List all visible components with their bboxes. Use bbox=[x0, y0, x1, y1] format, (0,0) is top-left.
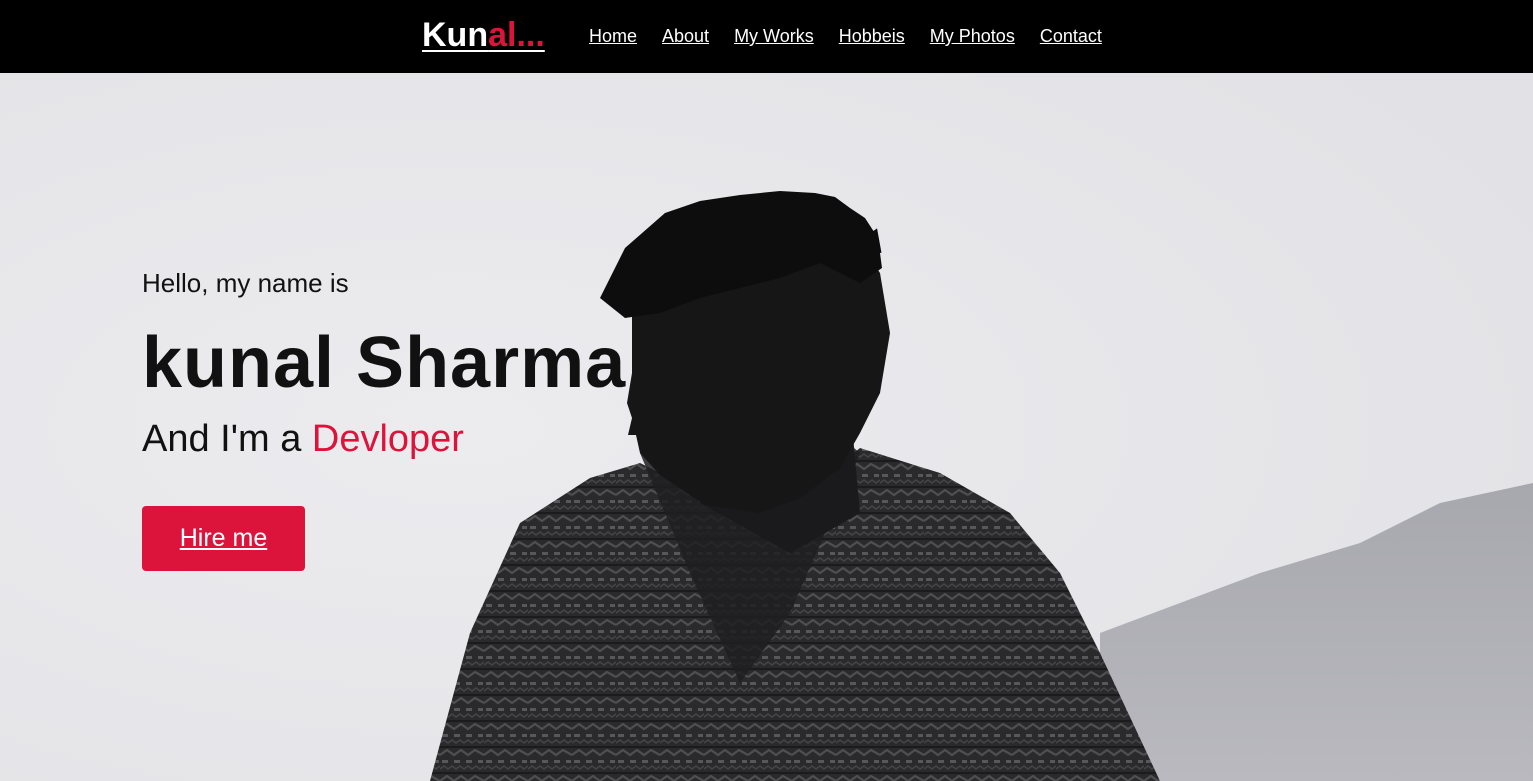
hero-role-prefix: And I'm a bbox=[142, 418, 312, 460]
hero-role: And I'm a Devloper bbox=[142, 417, 626, 461]
site-logo[interactable]: Kunal... bbox=[422, 15, 545, 55]
nav-item-contact: Contact bbox=[1040, 24, 1102, 48]
nav-item-my-works: My Works bbox=[734, 24, 814, 48]
nav-menu: Home About My Works Hobbeis My Photos Co… bbox=[589, 24, 1102, 48]
nav-item-my-photos: My Photos bbox=[930, 24, 1015, 48]
hero-name: kunal Sharma bbox=[142, 323, 627, 403]
hero-section: Hello, my name is kunal Sharma And I'm a… bbox=[0, 73, 1533, 781]
nav-link-contact[interactable]: Contact bbox=[1040, 26, 1102, 46]
navbar: Kunal... Home About My Works Hobbeis My … bbox=[0, 0, 1533, 73]
nav-item-home: Home bbox=[589, 24, 637, 48]
hero-greeting: Hello, my name is bbox=[142, 268, 349, 298]
logo-main: Kun bbox=[422, 16, 489, 54]
nav-link-my-photos[interactable]: My Photos bbox=[930, 26, 1015, 46]
logo-accent: al... bbox=[488, 16, 545, 54]
hire-me-button[interactable]: Hire me bbox=[142, 506, 305, 571]
nav-link-my-works[interactable]: My Works bbox=[734, 26, 814, 46]
hero-role-highlight: Devloper bbox=[311, 418, 464, 460]
nav-link-about[interactable]: About bbox=[662, 26, 709, 46]
nav-item-about: About bbox=[662, 24, 709, 48]
hero-intro: Hello, my name is kunal Sharma And I'm a… bbox=[142, 268, 627, 571]
nav-item-hobbies: Hobbeis bbox=[839, 24, 905, 48]
nav-link-home[interactable]: Home bbox=[589, 26, 637, 46]
nav-link-hobbies[interactable]: Hobbeis bbox=[839, 26, 905, 46]
